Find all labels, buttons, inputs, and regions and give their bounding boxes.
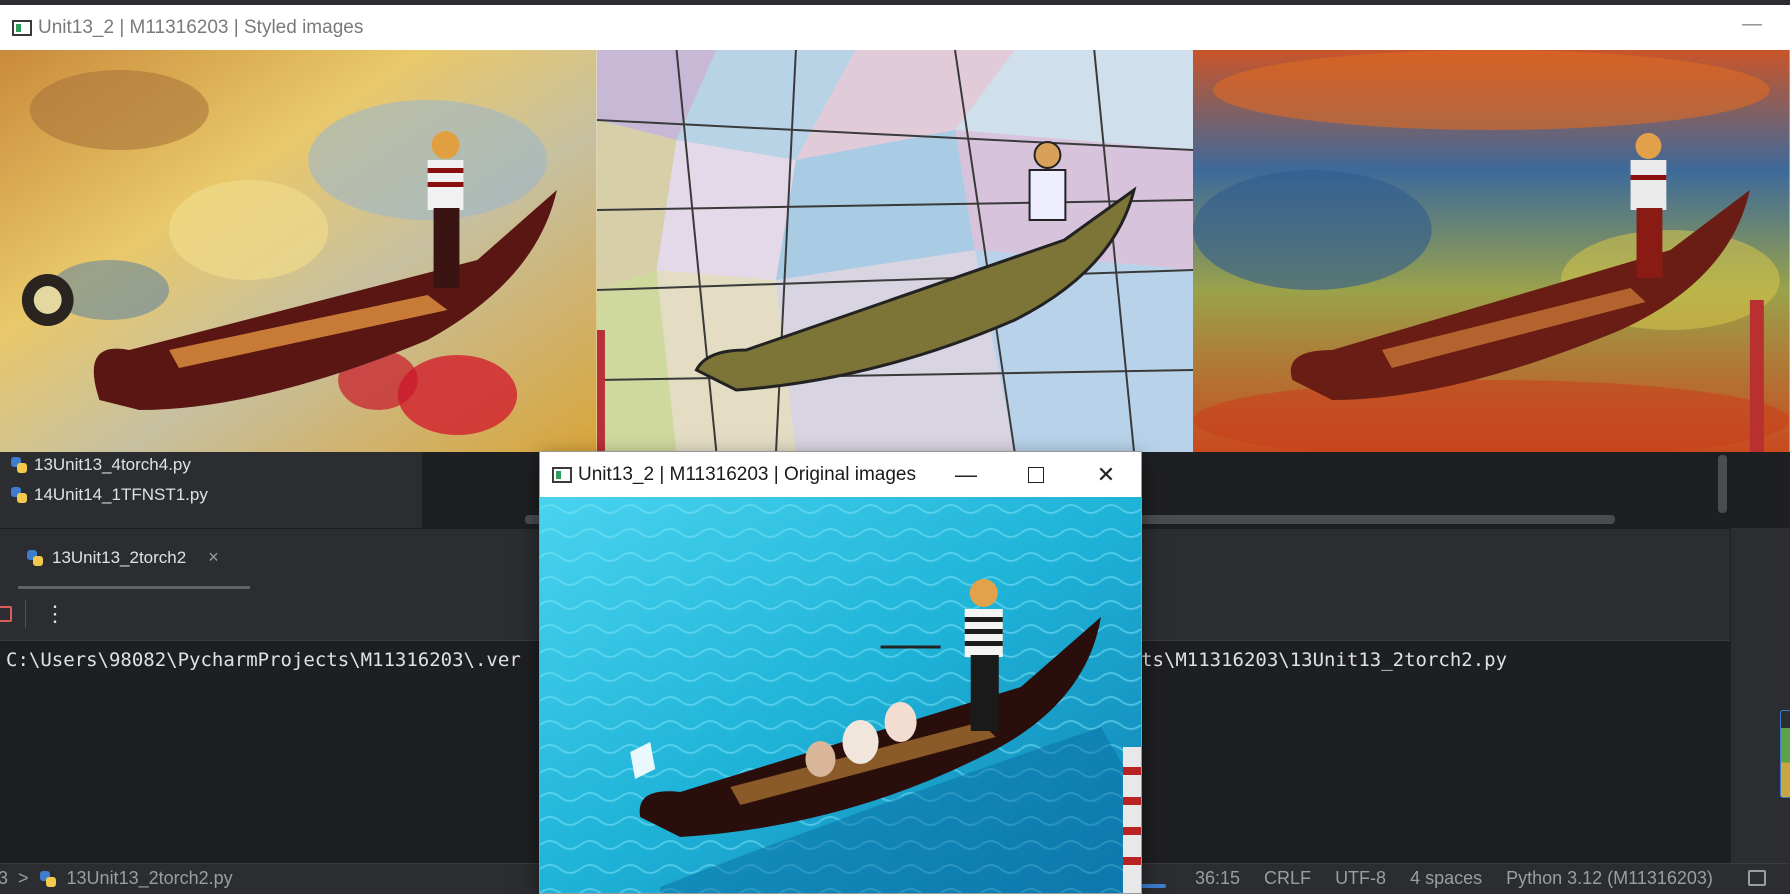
project-tree-item-label: 13Unit13_4torch4.py — [34, 455, 191, 474]
styled-images-row — [0, 50, 1790, 452]
styled-image-1 — [0, 50, 597, 452]
minimize-icon: — — [955, 461, 977, 487]
project-tree-item[interactable]: 13Unit13_4torch4.py — [10, 452, 191, 478]
styled-window-title: Unit13_2 | M11316203 | Styled images — [38, 16, 364, 38]
minimize-button[interactable]: — — [931, 452, 1001, 497]
project-tree-panel: 13Unit13_4torch4.py 14Unit14_1TFNST1.py — [0, 452, 422, 528]
breadcrumb-prefix[interactable]: 3 — [0, 868, 8, 889]
styled-images-window: Unit13_2 | M11316203 | Styled images — — [0, 5, 1790, 452]
original-images-window: Unit13_2 | M11316203 | Original images —… — [540, 452, 1141, 893]
run-tab[interactable]: 13Unit13_2torch2 × — [26, 547, 219, 568]
original-window-titlebar[interactable]: Unit13_2 | M11316203 | Original images —… — [540, 452, 1141, 497]
styled-window-titlebar[interactable]: Unit13_2 | M11316203 | Styled images — — [0, 5, 1790, 50]
run-tab-label: 13Unit13_2torch2 — [52, 547, 187, 567]
project-tree-item[interactable]: 14Unit14_1TFNST1.py — [10, 482, 208, 508]
python-file-icon — [10, 486, 28, 504]
more-options-icon[interactable]: ⋮ — [44, 598, 66, 630]
opencv-window-icon — [12, 19, 32, 36]
right-tool-gutter — [1730, 528, 1790, 863]
chevron-right-icon: > — [18, 868, 29, 888]
console-command-right: ts\M11316203\13Unit13_2torch2.py — [1141, 649, 1508, 671]
line-ending-selector[interactable]: CRLF — [1264, 868, 1311, 889]
original-window-title: Unit13_2 | M11316203 | Original images — [578, 463, 916, 485]
python-file-icon — [39, 870, 57, 888]
maximize-button[interactable] — [1001, 452, 1071, 497]
python-file-icon — [10, 456, 28, 474]
minimize-icon[interactable]: — — [1742, 13, 1762, 36]
console-command-left: C:\Users\98082\PycharmProjects\M11316203… — [6, 649, 521, 671]
breadcrumb-file[interactable]: 13Unit13_2torch2.py — [67, 868, 233, 889]
close-button[interactable]: ✕ — [1071, 452, 1141, 497]
project-tree-item-label: 14Unit14_1TFNST1.py — [34, 485, 208, 504]
styled-image-2 — [596, 50, 1194, 452]
toolbar-separator — [25, 600, 26, 628]
indent-selector[interactable]: 4 spaces — [1410, 868, 1482, 889]
close-tab-icon[interactable]: × — [208, 547, 219, 568]
encoding-selector[interactable]: UTF-8 — [1335, 868, 1386, 889]
python-run-icon — [26, 549, 44, 567]
close-icon: ✕ — [1096, 461, 1116, 487]
opencv-window-icon — [552, 466, 572, 483]
original-image — [540, 497, 1141, 893]
active-tab-underline — [18, 586, 250, 589]
caret-position[interactable]: 36:15 — [1195, 868, 1240, 889]
maximize-icon — [1028, 466, 1044, 483]
interpreter-selector[interactable]: Python 3.12 (M11316203) — [1506, 868, 1713, 889]
styled-image-3 — [1193, 50, 1790, 452]
lock-icon[interactable] — [1748, 870, 1766, 886]
memory-indicator[interactable] — [1780, 710, 1790, 798]
stop-icon[interactable] — [0, 606, 12, 622]
editor-vertical-scrollbar[interactable] — [1718, 455, 1727, 513]
